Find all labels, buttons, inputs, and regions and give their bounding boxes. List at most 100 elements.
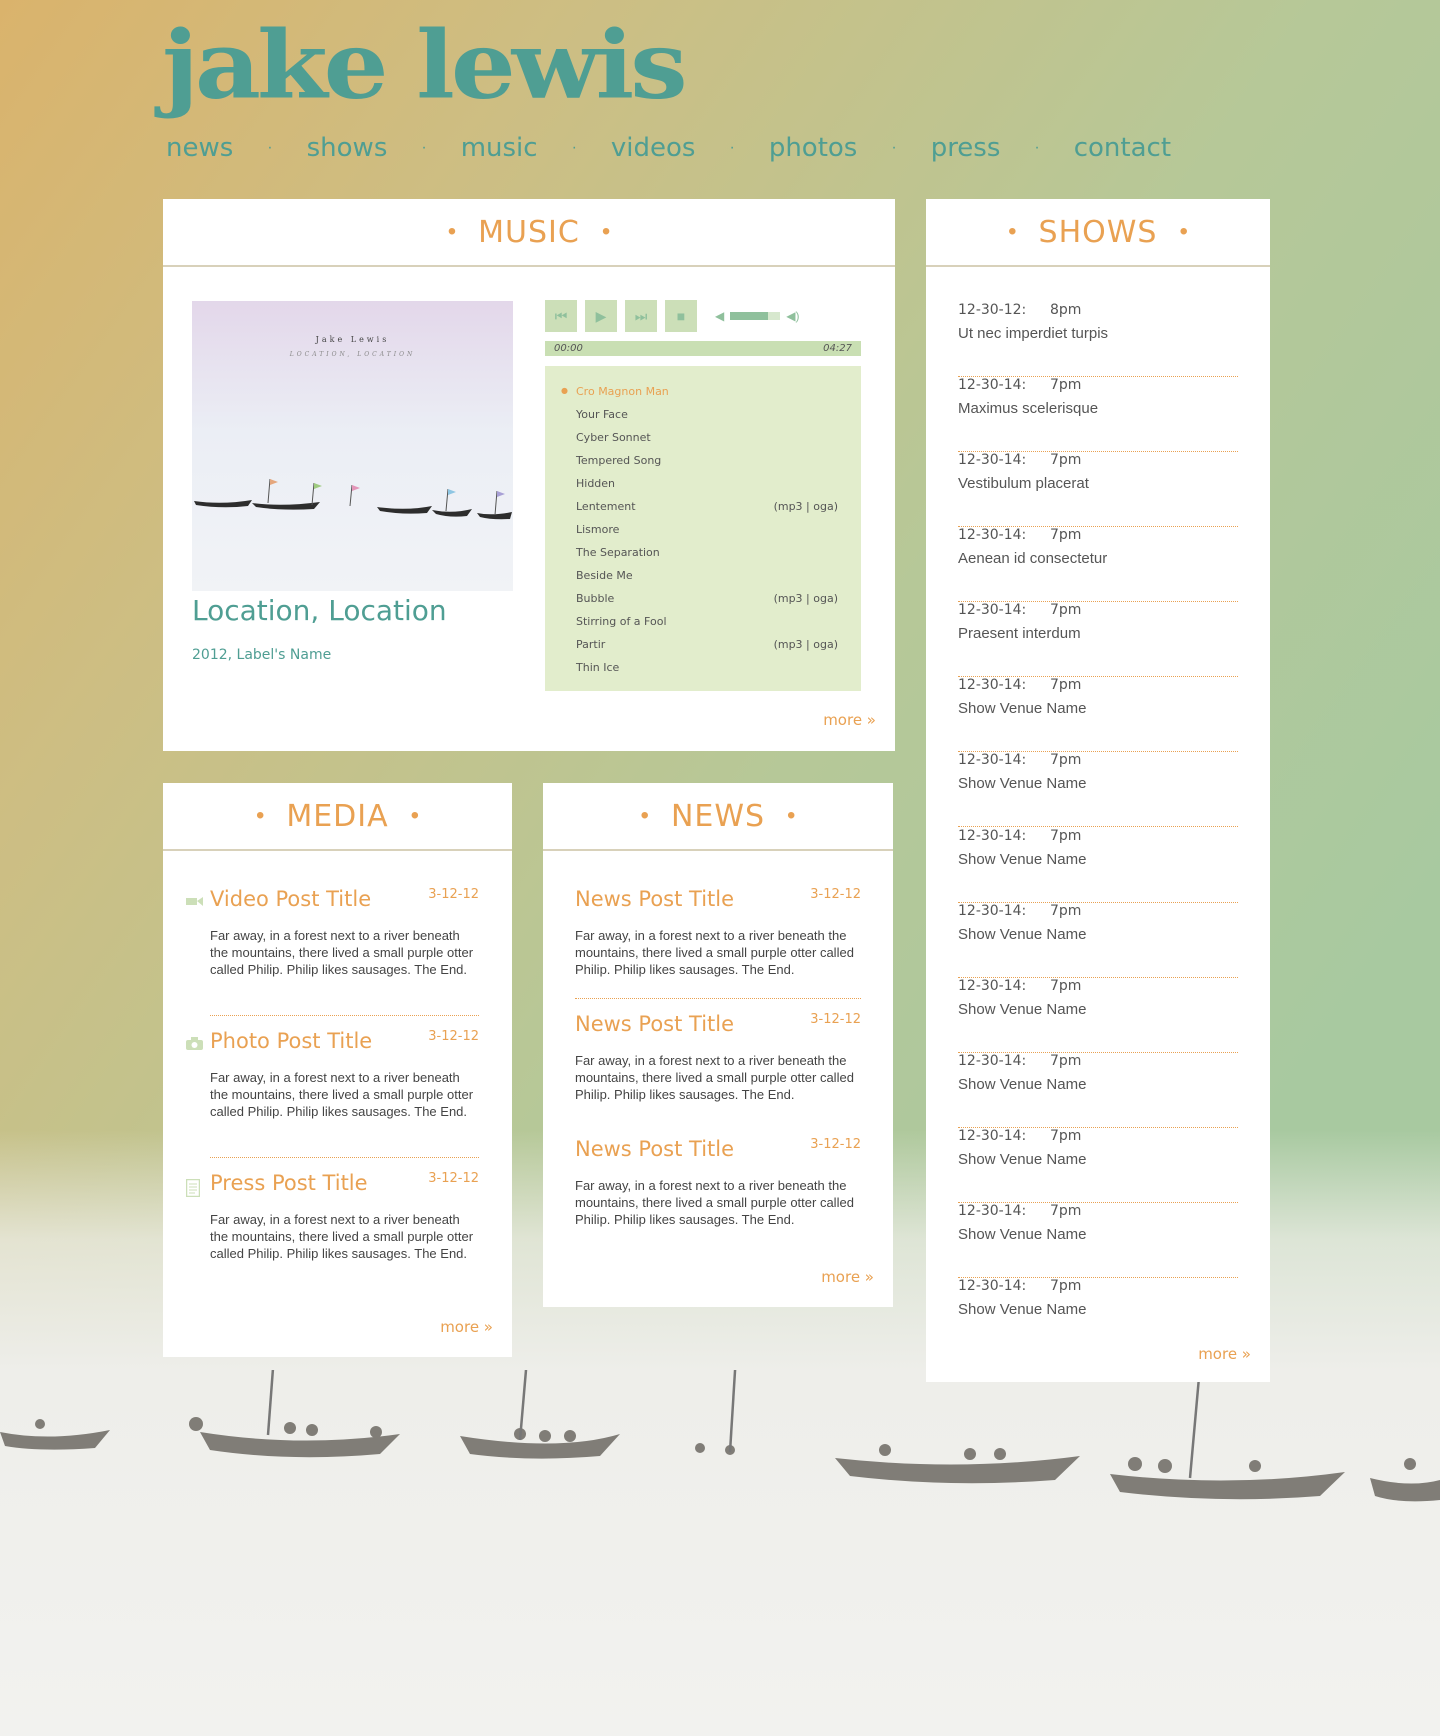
post-title[interactable]: Video Post Title [210,887,371,911]
show-item[interactable]: 12-30-14: 7pm Show Venue Name [958,1203,1238,1278]
nav-videos[interactable]: videos [611,133,696,163]
playlist-track[interactable]: Lismore [545,518,861,541]
nav-news[interactable]: news [166,133,233,163]
post-title[interactable]: News Post Title [575,1137,734,1161]
nav-press[interactable]: press [931,133,1001,163]
nav-music[interactable]: music [461,133,538,163]
nav-shows[interactable]: shows [307,133,388,163]
show-item[interactable]: 12-30-14: 7pm Show Venue Name [958,677,1238,752]
show-time: 7pm [1050,1053,1082,1069]
show-venue[interactable]: Show Venue Name [958,851,1086,868]
media-panel: • MEDIA • Video Post Title 3-12-12 Far a… [163,783,512,1357]
post-title[interactable]: Press Post Title [210,1171,368,1195]
track-formats[interactable]: (mp3 | oga) [774,638,838,651]
nav-separator: · [267,139,273,156]
playlist-track[interactable]: Bubble (mp3 | oga) [545,587,861,610]
show-date: 12-30-14: [958,1128,1027,1144]
post-title[interactable]: News Post Title [575,887,734,911]
show-item[interactable]: 12-30-14: 7pm Vestibulum placerat [958,452,1238,527]
show-item[interactable]: 12-30-14: 7pm Show Venue Name [958,752,1238,827]
playlist-track[interactable]: Hidden [545,472,861,495]
play-button[interactable]: ▶ [585,300,617,332]
playlist-track[interactable]: Partir (mp3 | oga) [545,633,861,656]
show-date: 12-30-14: [958,1053,1027,1069]
show-date: 12-30-14: [958,752,1027,768]
post-date: 3-12-12 [428,887,479,902]
post-title[interactable]: Photo Post Title [210,1029,372,1053]
post-date: 3-12-12 [428,1171,479,1186]
playlist-track[interactable]: Your Face [545,403,861,426]
media-title: MEDIA [286,798,389,834]
post-title[interactable]: News Post Title [575,1012,734,1036]
show-item[interactable]: 12-30-12: 8pm Ut nec imperdiet turpis [958,302,1238,377]
show-venue[interactable]: Show Venue Name [958,700,1086,717]
playlist-track[interactable]: Thin Ice [545,656,861,679]
volume-max-icon[interactable]: ◀) [786,309,799,323]
show-venue[interactable]: Show Venue Name [958,1001,1086,1018]
stop-button[interactable]: ■ [665,300,697,332]
show-venue[interactable]: Show Venue Name [958,926,1086,943]
site-logo[interactable]: jake lewis [162,14,688,117]
nav-separator: · [729,139,735,156]
show-item[interactable]: 12-30-14: 7pm Maximus scelerisque [958,377,1238,452]
news-more-link[interactable]: more » [821,1268,874,1286]
show-venue[interactable]: Praesent interdum [958,625,1081,642]
bullet: • [447,218,457,245]
media-more-link[interactable]: more » [440,1318,493,1336]
track-name: Cyber Sonnet [576,431,651,444]
show-venue[interactable]: Show Venue Name [958,1151,1086,1168]
show-venue[interactable]: Aenean id consectetur [958,550,1107,567]
show-venue[interactable]: Show Venue Name [958,1301,1086,1318]
show-venue[interactable]: Show Venue Name [958,1076,1086,1093]
show-venue[interactable]: Maximus scelerisque [958,400,1098,417]
track-name: Bubble [576,592,615,605]
show-item[interactable]: 12-30-14: 7pm Praesent interdum [958,602,1238,677]
volume-slider[interactable] [730,312,781,320]
shows-title: SHOWS [1038,214,1158,250]
video-icon [186,895,203,909]
nav-contact[interactable]: contact [1074,133,1171,163]
playlist-track[interactable]: Cro Magnon Man [545,380,861,403]
shows-panel: • SHOWS • 12-30-12: 8pm Ut nec imperdiet t… [926,199,1270,1382]
progress-bar[interactable]: 00:00 04:27 [545,341,861,356]
show-venue[interactable]: Ut nec imperdiet turpis [958,325,1108,342]
nav-photos[interactable]: photos [769,133,858,163]
album-title[interactable]: Location, Location [192,594,447,627]
playlist-track[interactable]: Cyber Sonnet [545,426,861,449]
track-formats[interactable]: (mp3 | oga) [774,592,838,605]
total-time: 04:27 [823,343,852,354]
playlist-track[interactable]: Beside Me [545,564,861,587]
playlist: Cro Magnon Man Your Face Cyber Sonnet Te… [545,366,861,691]
next-button[interactable]: ⏭ [625,300,657,332]
post-body: Far away, in a forest next to a river be… [210,1212,474,1261]
show-item[interactable]: 12-30-14: 7pm Show Venue Name [958,1053,1238,1128]
show-time: 7pm [1050,1128,1082,1144]
shows-more-link[interactable]: more » [1198,1345,1251,1363]
show-time: 8pm [1050,302,1082,318]
show-item[interactable]: 12-30-14: 7pm Show Venue Name [958,903,1238,978]
music-more-link[interactable]: more » [823,711,876,729]
show-time: 7pm [1050,527,1082,543]
show-item[interactable]: 12-30-14: 7pm Show Venue Name [958,828,1238,903]
show-item[interactable]: 12-30-14: 7pm Aenean id consectetur [958,527,1238,602]
news-panel: • NEWS • News Post Title 3-12-12 Far awa… [543,783,893,1307]
show-venue[interactable]: Vestibulum placerat [958,475,1089,492]
mute-icon[interactable]: ◀ [715,309,724,323]
playlist-track[interactable]: Lentement (mp3 | oga) [545,495,861,518]
camera-icon [186,1037,203,1051]
track-formats[interactable]: (mp3 | oga) [774,500,838,513]
cover-boats-art [194,478,512,520]
show-venue[interactable]: Show Venue Name [958,1226,1086,1243]
album-cover[interactable]: Jake Lewis LOCATION, LOCATION [192,301,513,591]
previous-button[interactable]: ⏮ [545,300,577,332]
playlist-track[interactable]: Stirring of a Fool [545,610,861,633]
playlist-track[interactable]: Tempered Song [545,449,861,472]
show-item[interactable]: 12-30-14: 7pm Show Venue Name [958,1128,1238,1203]
show-item[interactable]: 12-30-14: 7pm Show Venue Name [958,1278,1238,1353]
playlist-track[interactable]: The Separation [545,541,861,564]
show-item[interactable]: 12-30-14: 7pm Show Venue Name [958,978,1238,1053]
show-date: 12-30-14: [958,602,1027,618]
show-date: 12-30-14: [958,1203,1027,1219]
news-post: News Post Title 3-12-12 Far away, in a f… [575,1012,861,1132]
show-venue[interactable]: Show Venue Name [958,775,1086,792]
